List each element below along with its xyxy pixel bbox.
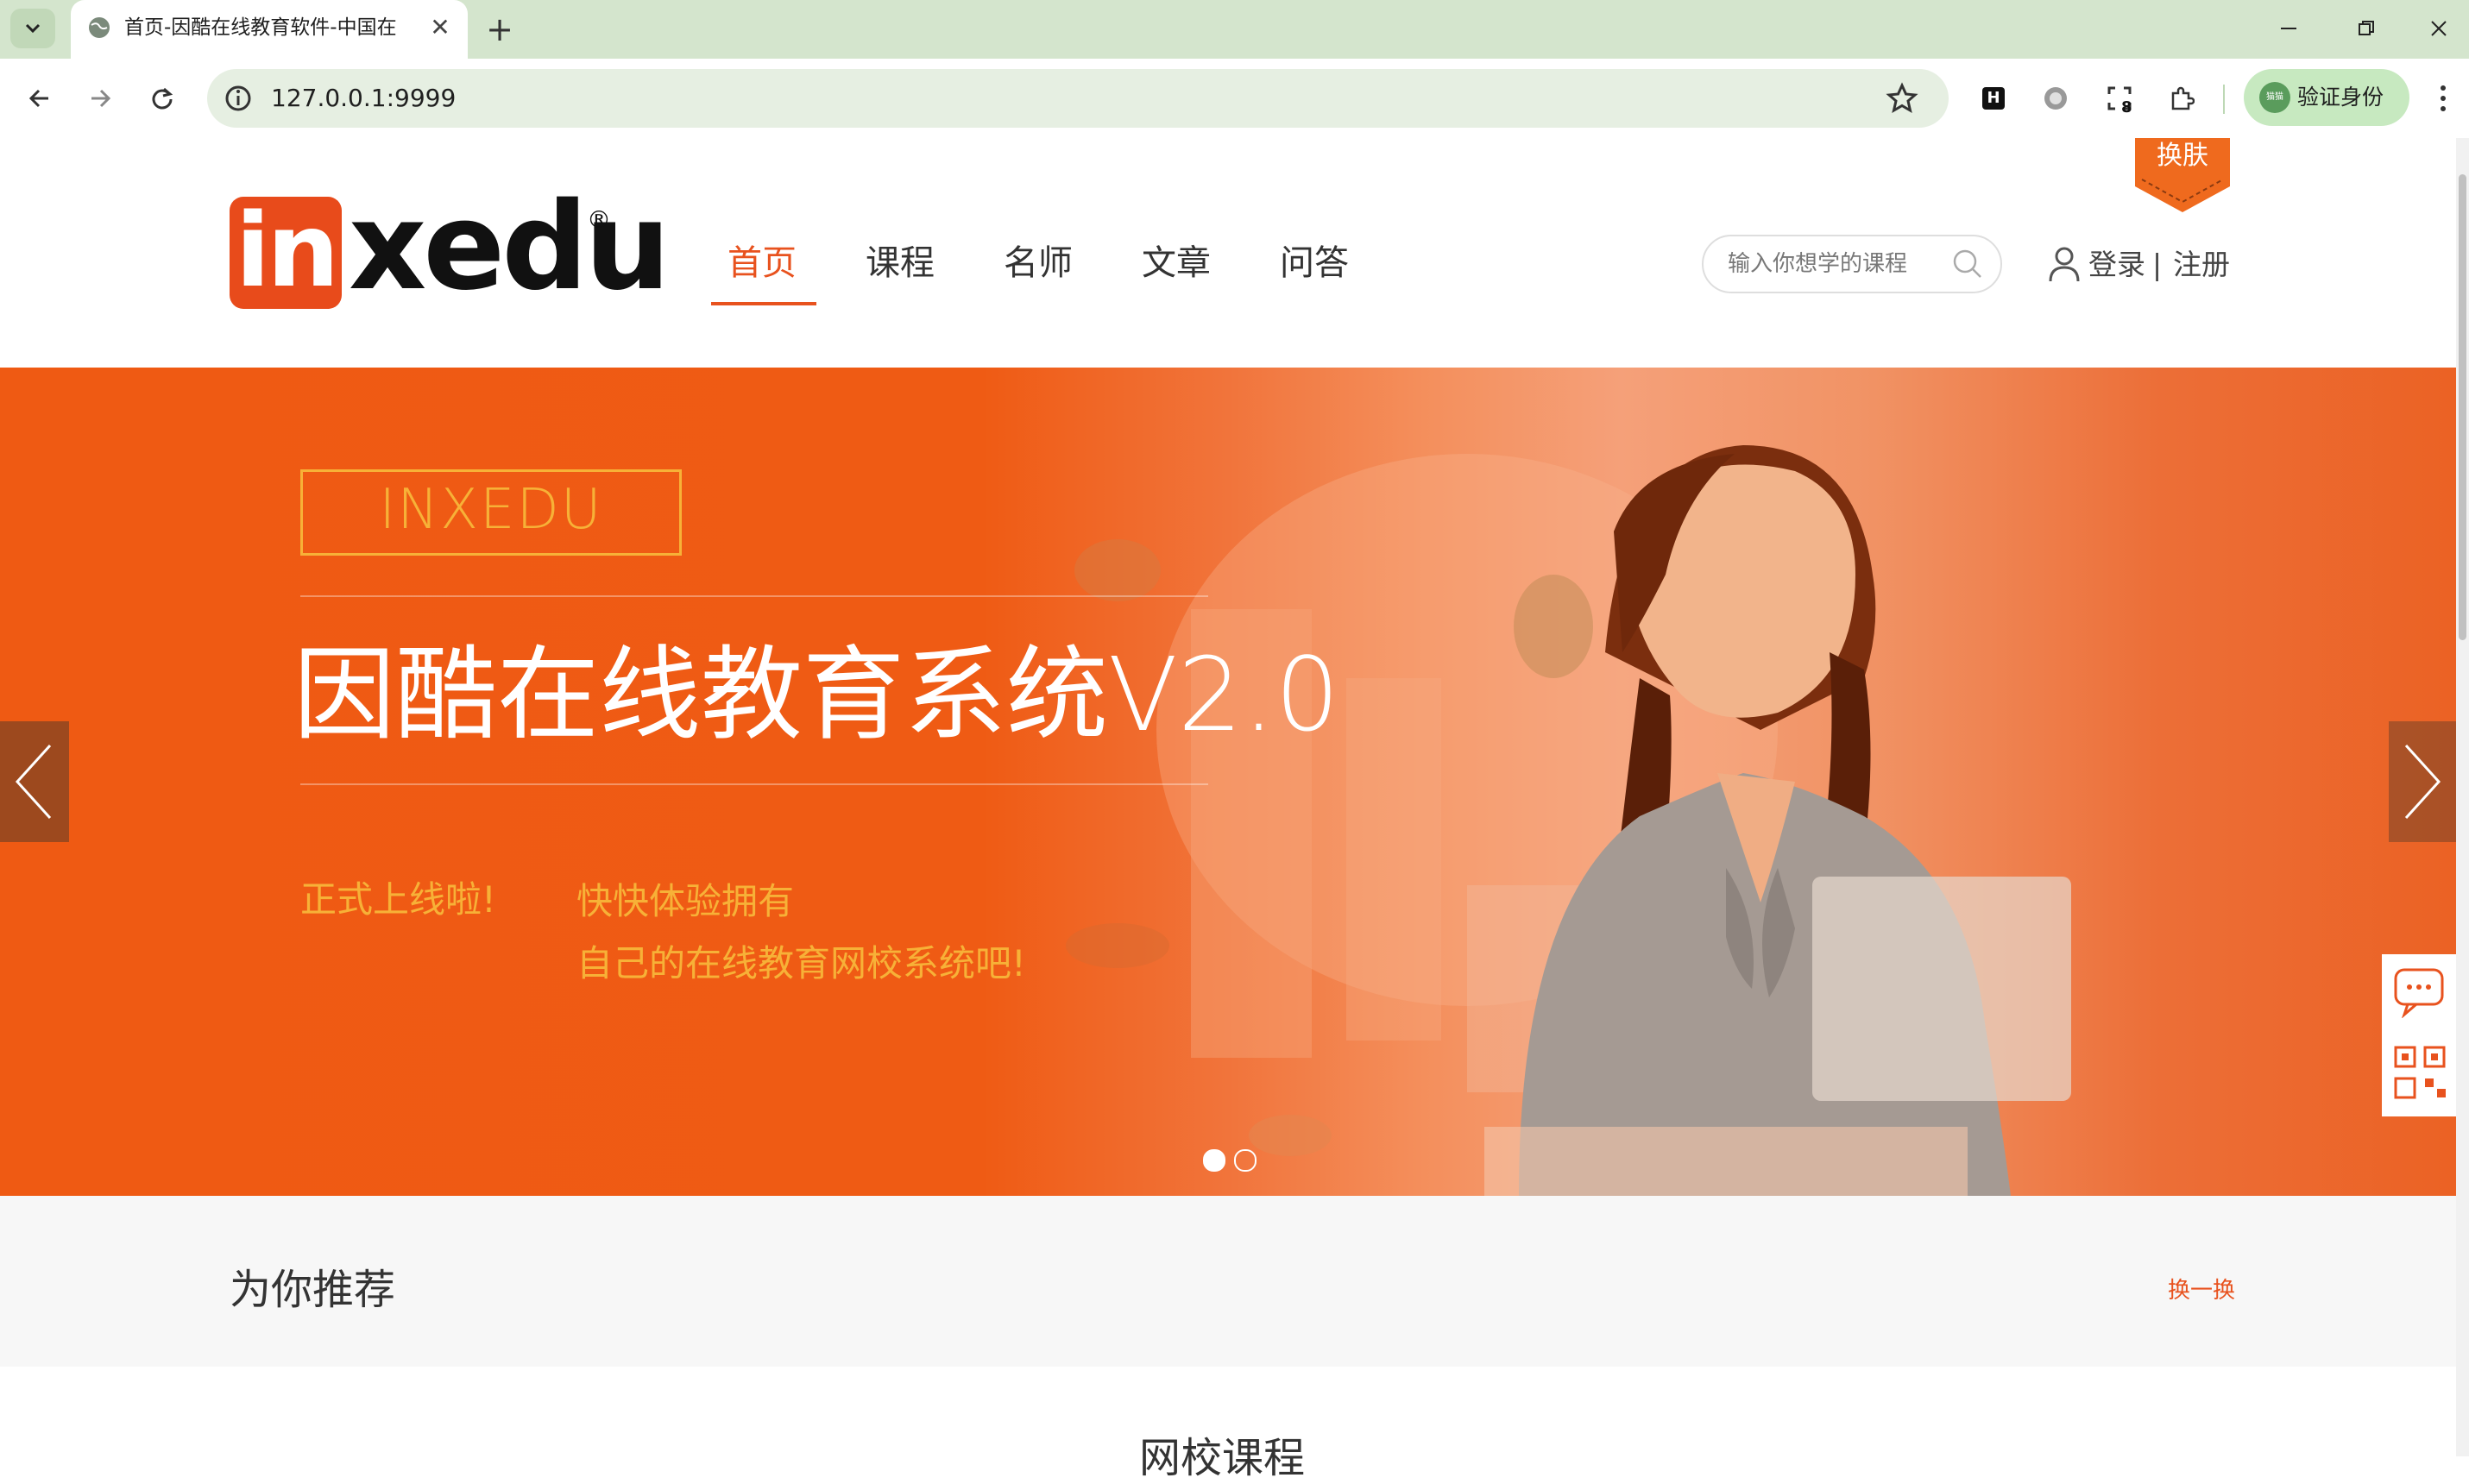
search-icon[interactable] [1950, 247, 1985, 281]
carousel-prev-button[interactable] [0, 721, 69, 842]
banner-title: 因酷在线教育系统V2.0 [293, 635, 1340, 754]
carousel-dot-2[interactable] [1234, 1149, 1257, 1172]
tab-close-icon[interactable]: ✕ [426, 14, 454, 41]
course-search [1702, 235, 2002, 293]
close-window-button[interactable] [2413, 9, 2465, 48]
nav-courses[interactable]: 课程 [866, 233, 935, 293]
logo-wordmark[interactable]: xedu [349, 183, 671, 312]
nav-articles[interactable]: 文章 [1142, 233, 1211, 293]
url-text: 127.0.0.1:9999 [271, 84, 457, 112]
verify-identity-button[interactable]: 猫猫 验证身份 [2244, 69, 2409, 126]
change-skin-label: 换肤 [2157, 141, 2208, 171]
extension-h-button[interactable]: H [1973, 78, 2014, 119]
profile-avatar: 猫猫 [2259, 82, 2290, 113]
restore-button[interactable] [2340, 9, 2392, 48]
banner-subtitle-system: 自己的在线教育网校系统吧! [576, 942, 1026, 984]
school-courses-title: 网校课程 [1139, 1434, 1306, 1482]
refresh-recommendations-link[interactable]: 换一换 [2168, 1273, 2235, 1308]
reload-button[interactable] [142, 78, 183, 119]
page-scrollbar[interactable] [2456, 138, 2469, 1456]
nav-qa[interactable]: 问答 [1280, 233, 1349, 293]
nav-home[interactable]: 首页 [727, 233, 797, 293]
nav-teachers[interactable]: 名师 [1004, 233, 1073, 293]
browser-tab-active[interactable]: 首页-因酷在线教育软件-中国在 ✕ [71, 0, 468, 59]
more-vert-icon [2441, 85, 2446, 111]
record-extension-icon [2044, 87, 2067, 110]
site-info-icon[interactable] [223, 83, 254, 114]
chevron-right-icon [2404, 744, 2441, 820]
forward-button[interactable] [79, 78, 121, 119]
chat-icon[interactable] [2392, 965, 2446, 1018]
globe-icon [89, 17, 110, 38]
banner-subtitle-launch: 正式上线啦! [300, 878, 496, 921]
extension-badge: 8 [2121, 98, 2132, 116]
address-bar[interactable]: 127.0.0.1:9999 [207, 69, 1949, 128]
change-skin-button[interactable]: 换肤 [2135, 138, 2230, 212]
chevron-left-icon [15, 744, 52, 820]
extension-capture-button[interactable]: 8 [2099, 78, 2140, 119]
close-icon [2431, 21, 2447, 36]
reload-icon [152, 87, 173, 110]
login-link[interactable]: 登录 [2088, 245, 2145, 285]
arrow-right-icon [91, 89, 111, 108]
tab-search-dropdown[interactable] [10, 9, 55, 48]
banner-rule-bottom [300, 783, 1208, 785]
register-link[interactable]: 注册 [2173, 245, 2230, 285]
extension-h-label: H [1987, 89, 2000, 107]
puzzle-icon [2171, 86, 2195, 110]
minimize-icon [2281, 28, 2296, 29]
bookmark-star-icon[interactable] [1885, 81, 1919, 116]
tab-title: 首页-因酷在线教育软件-中国在 [124, 16, 397, 39]
new-tab-button[interactable]: + [480, 10, 520, 50]
minimize-button[interactable] [2263, 9, 2315, 48]
verify-label: 验证身份 [2297, 85, 2384, 110]
arrow-left-icon [28, 89, 48, 108]
banner-rule-top [300, 595, 1208, 597]
logo-in-text: in [235, 191, 339, 310]
extension-circle-button[interactable] [2035, 78, 2076, 119]
user-icon [2049, 247, 2080, 282]
carousel-dot-1[interactable] [1203, 1149, 1225, 1172]
extensions-button[interactable] [2161, 78, 2202, 119]
scrollbar-thumb[interactable] [2459, 174, 2466, 640]
login-register-separator: | [2152, 248, 2163, 281]
chevron-down-icon [25, 23, 41, 34]
search-input[interactable] [1728, 248, 1943, 280]
logo-mark[interactable]: in [230, 197, 342, 309]
restore-icon [2359, 21, 2374, 35]
floating-side-tools [2382, 954, 2456, 1116]
carousel-next-button[interactable] [2389, 721, 2456, 842]
hero-carousel[interactable]: INXEDU 因酷在线教育系统V2.0 正式上线啦! 快快体验拥有 自己的在线教… [0, 368, 2456, 1196]
qr-code-icon[interactable] [2392, 1044, 2447, 1103]
banner-brand-text: INXEDU [379, 478, 603, 542]
nav-active-underline [711, 302, 816, 305]
logo-registered-mark: ® [587, 205, 611, 234]
back-button[interactable] [19, 78, 60, 119]
browser-menu-button[interactable] [2428, 78, 2458, 119]
recommend-title: 为你推荐 [230, 1266, 396, 1314]
banner-subtitle-try: 快快体验拥有 [576, 880, 795, 922]
toolbar-divider [2223, 85, 2225, 114]
